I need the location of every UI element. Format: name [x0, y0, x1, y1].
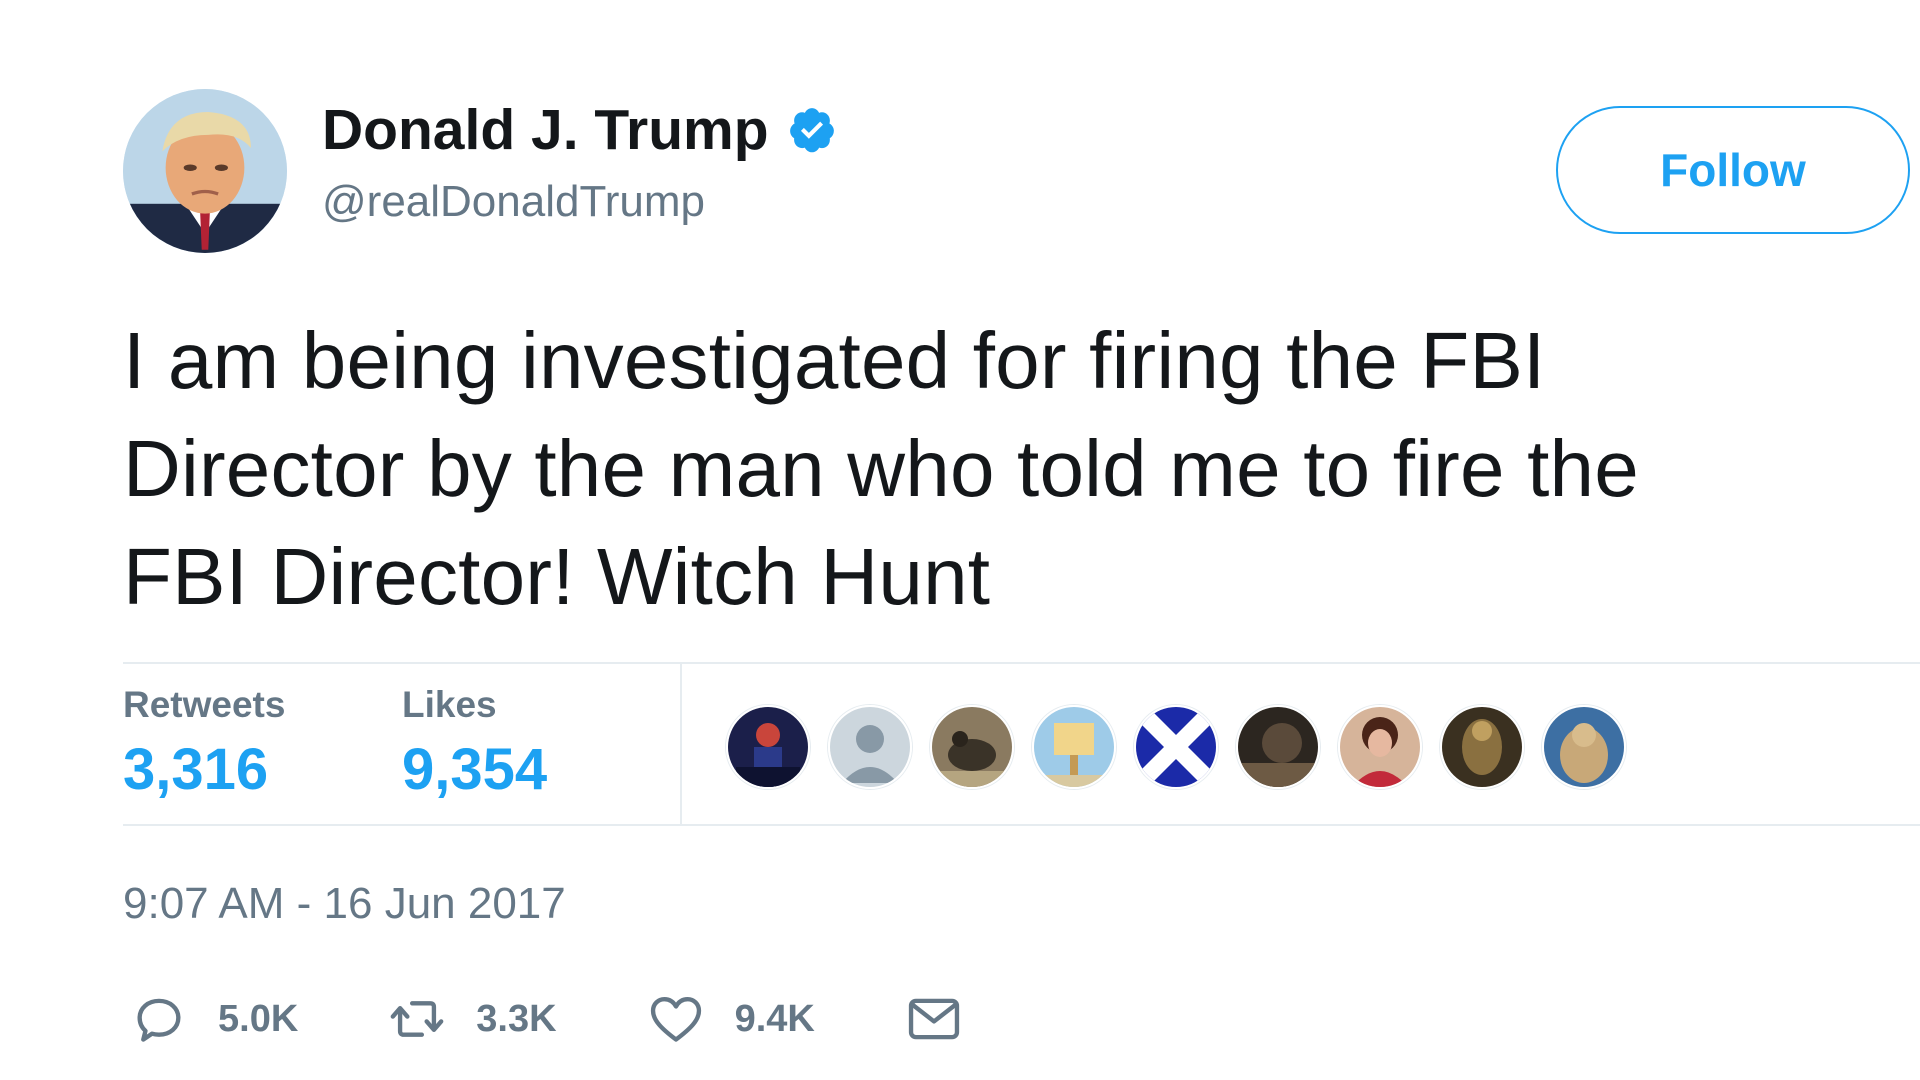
liker-avatar-9[interactable]: [1542, 705, 1626, 789]
liker-avatar-8[interactable]: [1440, 705, 1524, 789]
likes-label: Likes: [402, 684, 497, 725]
liker-avatar-1[interactable]: [726, 705, 810, 789]
direct-message-action[interactable]: [905, 990, 963, 1048]
likers-avatar-list: [726, 705, 1626, 789]
reply-count: 5.0K: [218, 997, 299, 1040]
author-avatar-image: [123, 89, 287, 253]
retweets-stat[interactable]: Retweets 3,316: [123, 682, 285, 806]
liker-avatar-saltire[interactable]: [1134, 705, 1218, 789]
heart-icon[interactable]: [647, 990, 705, 1048]
author-name-row[interactable]: Donald J. Trump: [322, 96, 837, 164]
stats-bottom-divider: [123, 824, 1920, 826]
stats-vertical-divider: [680, 664, 682, 824]
author-avatar[interactable]: [123, 89, 287, 253]
verified-badge-icon: [789, 108, 834, 153]
like-count: 9.4K: [734, 997, 815, 1040]
retweets-count: 3,316: [123, 737, 269, 802]
liker-avatar-6[interactable]: [1236, 705, 1320, 789]
reply-icon[interactable]: [130, 990, 188, 1048]
reply-action[interactable]: 5.0K: [130, 990, 298, 1048]
tweet-text: I am being investigated for firing the F…: [123, 316, 1639, 621]
likes-count: 9,354: [402, 737, 548, 802]
follow-button[interactable]: Follow: [1556, 106, 1910, 234]
author-handle[interactable]: @realDonaldTrump: [322, 174, 705, 230]
liker-avatar-3[interactable]: [930, 705, 1014, 789]
like-action[interactable]: 9.4K: [647, 990, 815, 1048]
envelope-icon[interactable]: [905, 990, 963, 1048]
retweet-count: 3.3K: [476, 997, 557, 1040]
retweet-action[interactable]: 3.3K: [388, 990, 557, 1048]
likes-stat[interactable]: Likes 9,354: [402, 682, 547, 806]
liker-avatar-7[interactable]: [1338, 705, 1422, 789]
stats-top-divider: [123, 662, 1920, 664]
liker-avatar-default[interactable]: [828, 705, 912, 789]
author-display-name[interactable]: Donald J. Trump: [322, 96, 769, 164]
tweet-timestamp[interactable]: 9:07 AM - 16 Jun 2017: [123, 877, 566, 931]
retweets-label: Retweets: [123, 684, 286, 725]
liker-avatar-4[interactable]: [1032, 705, 1116, 789]
retweet-icon[interactable]: [388, 990, 446, 1048]
tweet-actions: 5.0K 3.3K 9.4K: [130, 990, 1053, 1048]
